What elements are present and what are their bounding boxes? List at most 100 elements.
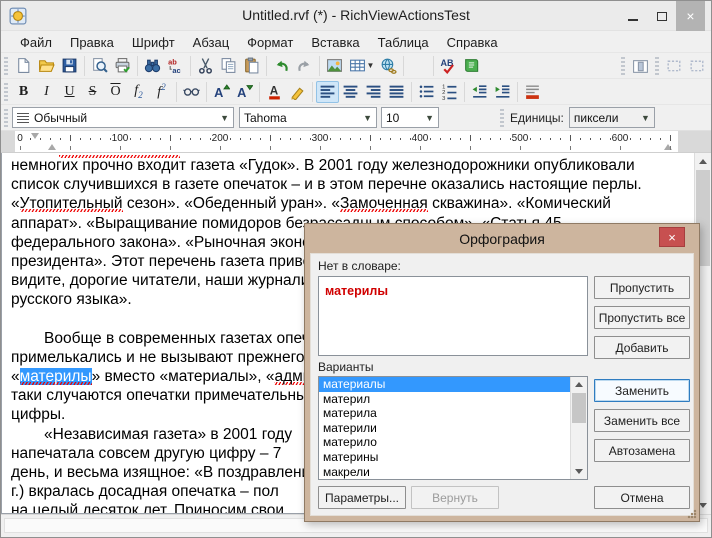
toolbar-gripper[interactable] <box>4 83 8 101</box>
panels-button[interactable] <box>629 55 652 77</box>
toolbar-gripper[interactable] <box>621 57 625 75</box>
suggestion-item[interactable]: материны <box>319 450 570 465</box>
menu-item[interactable]: Формат <box>238 34 302 51</box>
new-document-button[interactable] <box>12 55 35 77</box>
hyperlink-button[interactable] <box>377 55 400 77</box>
dialog-resize-grip[interactable] <box>687 509 697 519</box>
insert-image-button[interactable] <box>323 55 346 77</box>
paragraph-color-button[interactable] <box>521 81 544 103</box>
options-button[interactable]: Параметры... <box>318 486 406 509</box>
bullets-button[interactable] <box>415 81 438 103</box>
menu-item[interactable]: Вставка <box>302 34 368 51</box>
replace-all-button[interactable]: Заменить все <box>594 409 690 432</box>
menu-item[interactable]: Файл <box>11 34 61 51</box>
toolbar-gripper[interactable] <box>4 109 8 127</box>
skip-button[interactable]: Пропустить <box>594 276 690 299</box>
misspelled-word-box[interactable]: материлы <box>318 276 588 356</box>
scrollbar-thumb[interactable] <box>572 393 586 423</box>
insert-table-button[interactable]: ▼ <box>346 55 377 77</box>
menu-item[interactable]: Правка <box>61 34 123 51</box>
font-shrink-button[interactable]: A <box>233 81 256 103</box>
spellcheck-button[interactable]: AB <box>437 55 460 77</box>
paste-button[interactable] <box>240 55 263 77</box>
underline-button[interactable]: U <box>58 81 81 103</box>
menu-item[interactable]: Абзац <box>184 34 238 51</box>
close-button[interactable]: × <box>676 1 705 31</box>
scroll-up-icon[interactable] <box>699 159 707 164</box>
scroll-down-icon[interactable] <box>575 469 583 474</box>
print-button[interactable] <box>111 55 134 77</box>
misspelled-word: материлы <box>325 284 388 298</box>
highlight-button[interactable] <box>286 81 309 103</box>
help-book-button[interactable] <box>460 55 483 77</box>
font-name-combo[interactable]: Tahoma ▼ <box>239 107 377 128</box>
left-indent-marker[interactable] <box>48 144 56 150</box>
table-dropdown-caret[interactable]: ▼ <box>367 61 375 70</box>
dialog-title: Орфография <box>305 231 699 247</box>
first-line-indent-marker[interactable] <box>31 133 39 139</box>
suggestions-scrollbar[interactable] <box>570 377 587 479</box>
menu-item[interactable]: Шрифт <box>123 34 184 51</box>
align-center-button[interactable] <box>339 81 362 103</box>
font-color-button[interactable]: A <box>263 81 286 103</box>
replace-button[interactable]: Заменить <box>594 379 690 402</box>
suggestion-item[interactable]: материалы <box>319 377 570 392</box>
cut-button[interactable] <box>194 55 217 77</box>
autocorrect-button[interactable]: Автозамена <box>594 439 690 462</box>
redo-button[interactable] <box>293 55 316 77</box>
undo-button[interactable] <box>270 55 293 77</box>
suggestion-item[interactable]: макрели <box>319 465 570 480</box>
document-line[interactable]: немногих прочно входит газета «Гудок». В… <box>11 156 695 175</box>
units-combo[interactable]: пиксели ▼ <box>569 107 655 128</box>
toolbar-gripper[interactable] <box>655 57 659 75</box>
dialog-close-button[interactable]: × <box>659 227 685 247</box>
document-line[interactable]: список случившихся в газете опечаток – и… <box>11 175 695 194</box>
suggestion-item[interactable]: материла <box>319 406 570 421</box>
toolbar-separator <box>190 56 191 76</box>
scroll-up-icon[interactable] <box>575 382 583 387</box>
frame-box-1-button[interactable] <box>663 55 686 77</box>
maximize-button[interactable] <box>647 1 676 31</box>
strikethrough-button[interactable]: S <box>81 81 104 103</box>
indent-button[interactable] <box>491 81 514 103</box>
numbering-button[interactable]: 123 <box>438 81 461 103</box>
suggestions-listbox[interactable]: материалыматерилматериламатерилиматерило… <box>318 376 588 480</box>
ruler[interactable]: 0100200300400500600 <box>1 130 711 153</box>
replace-button[interactable]: abac <box>164 55 187 77</box>
glasses-button[interactable] <box>180 81 203 103</box>
superscript-button[interactable]: f2 <box>150 81 173 103</box>
save-button[interactable] <box>58 55 81 77</box>
overline-button[interactable]: O <box>104 81 127 103</box>
suggestion-item[interactable]: материли <box>319 421 570 436</box>
add-button[interactable]: Добавить <box>594 336 690 359</box>
menu-item[interactable]: Справка <box>438 34 507 51</box>
minimize-button[interactable] <box>618 1 647 31</box>
skip-all-button[interactable]: Пропустить все <box>594 306 690 329</box>
toolbar-gripper[interactable] <box>500 109 504 127</box>
paragraph-style-combo[interactable]: Обычный ▼ <box>12 107 234 128</box>
suggestion-item[interactable]: материл <box>319 392 570 407</box>
outdent-button[interactable] <box>468 81 491 103</box>
copy-button[interactable] <box>217 55 240 77</box>
find-button[interactable] <box>141 55 164 77</box>
align-justify-button[interactable] <box>385 81 408 103</box>
document-line[interactable]: «Утопительный сезон». «Обеденный уран». … <box>11 194 695 213</box>
open-folder-button[interactable] <box>35 55 58 77</box>
cancel-button[interactable]: Отмена <box>594 486 690 509</box>
print-preview-button[interactable] <box>88 55 111 77</box>
align-left-button[interactable] <box>316 81 339 103</box>
toolbar-gripper[interactable] <box>4 57 8 75</box>
dialog-title-bar[interactable]: Орфография × <box>305 224 699 253</box>
suggestion-item[interactable]: материло <box>319 435 570 450</box>
bold-button[interactable]: B <box>12 81 35 103</box>
scroll-down-icon[interactable] <box>699 503 707 508</box>
menu-item[interactable]: Таблица <box>369 34 438 51</box>
italic-button[interactable]: I <box>35 81 58 103</box>
pilcrow-button[interactable] <box>407 55 430 77</box>
undo-button[interactable]: Вернуть <box>411 486 499 509</box>
frame-box-2-button[interactable] <box>686 55 709 77</box>
subscript-button[interactable]: f2 <box>127 81 150 103</box>
align-right-button[interactable] <box>362 81 385 103</box>
font-grow-button[interactable]: A <box>210 81 233 103</box>
font-size-combo[interactable]: 10 ▼ <box>381 107 439 128</box>
